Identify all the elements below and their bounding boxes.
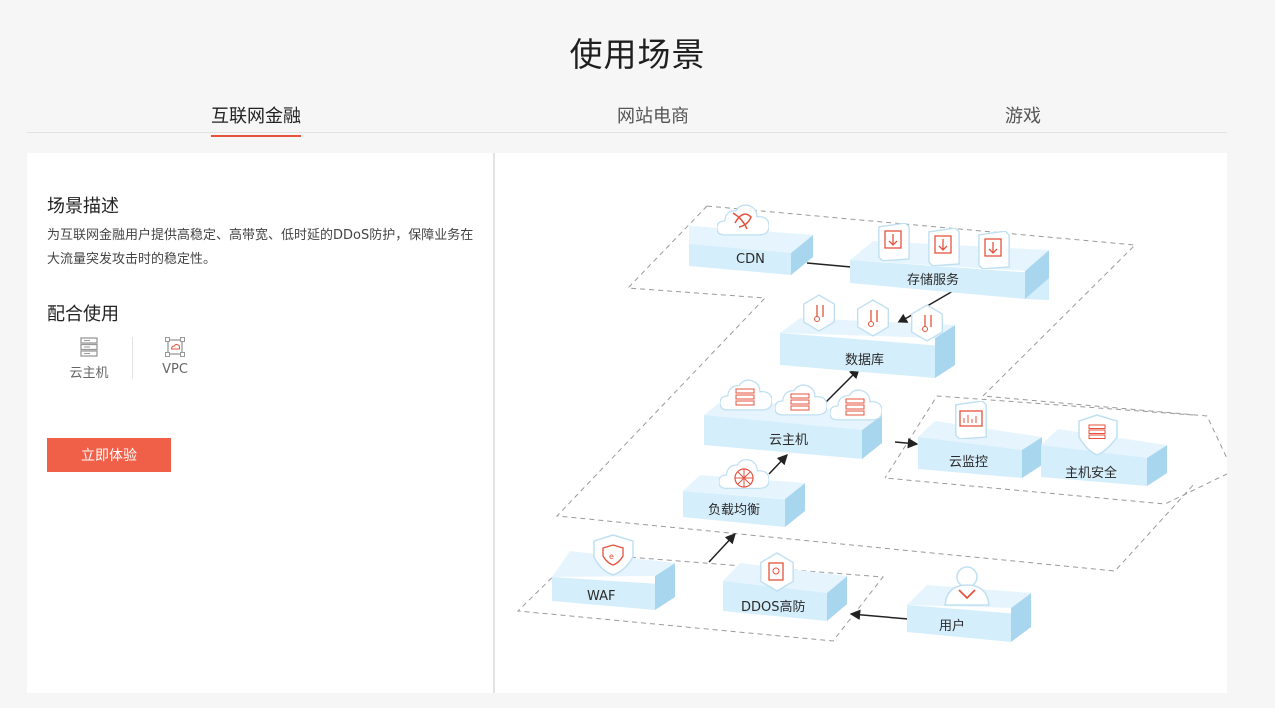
network-icon xyxy=(719,458,769,490)
node-waf: e WAF xyxy=(552,534,675,610)
server-icon xyxy=(80,337,98,357)
scenario-tabs: 互联网金融 网站电商 游戏 xyxy=(27,96,1227,137)
node-label: 数据库 xyxy=(845,352,884,368)
tab-internet-finance[interactable]: 互联网金融 xyxy=(211,102,301,137)
node-monitor: 云监控 xyxy=(918,401,1042,478)
node-label: DDOS高防 xyxy=(741,599,806,615)
product-label: 云主机 xyxy=(69,366,109,381)
monitor-icon xyxy=(955,401,987,439)
tab-games[interactable]: 游戏 xyxy=(1005,102,1041,136)
scenario-info: 场景描述 为互联网金融用户提供高稳定、高带宽、低时延的DDoS防护，保障业务在大… xyxy=(27,153,493,693)
node-user: 用户 xyxy=(907,566,1031,642)
node-storage: 存储服务 xyxy=(850,223,1049,300)
node-label: 云监控 xyxy=(949,455,988,470)
node-load-balance: 负载均衡 xyxy=(683,458,805,527)
user-icon xyxy=(944,566,990,606)
node-cloud-host: 云主机 xyxy=(704,379,882,459)
node-label: 用户 xyxy=(939,618,965,634)
tab-ecommerce[interactable]: 网站电商 xyxy=(617,102,689,136)
download-icon xyxy=(878,223,910,261)
server-icon xyxy=(775,384,827,416)
server-icon xyxy=(720,379,772,411)
download-icon xyxy=(928,228,960,266)
try-now-button[interactable]: 立即体验 xyxy=(47,438,171,472)
product-label: VPC xyxy=(162,362,188,377)
node-cdn: CDN xyxy=(689,204,813,275)
architecture-diagram: CDN 存储服务 数据库 云主机 云监控 主机安全 负载均衡 e WAF DDO… xyxy=(516,204,1227,642)
product-divider xyxy=(132,337,133,379)
products-title: 配合使用 xyxy=(47,304,119,325)
description-title: 场景描述 xyxy=(47,196,119,217)
server-icon xyxy=(830,389,882,421)
page-title: 使用场景 xyxy=(569,35,706,74)
scenario-panel: 场景描述 为互联网金融用户提供高稳定、高带宽、低时延的DDoS防护，保障业务在大… xyxy=(27,153,1227,693)
node-host-security: 主机安全 xyxy=(1041,414,1167,486)
svg-text:e: e xyxy=(609,552,614,561)
node-label: 存储服务 xyxy=(907,272,959,288)
download-icon xyxy=(978,231,1010,269)
node-label: 负载均衡 xyxy=(708,503,760,518)
product-vpc[interactable]: VPC xyxy=(140,336,210,377)
node-label: CDN xyxy=(736,252,765,267)
vpc-icon xyxy=(165,337,185,357)
node-label: WAF xyxy=(587,589,616,604)
node-ddos: DDOS高防 xyxy=(723,552,847,621)
cloud-icon xyxy=(717,204,769,236)
node-label: 云主机 xyxy=(769,433,808,448)
description-text: 为互联网金融用户提供高稳定、高带宽、低时延的DDoS防护，保障业务在大流量突发攻… xyxy=(47,228,474,267)
node-label: 主机安全 xyxy=(1065,465,1117,481)
node-database: 数据库 xyxy=(780,294,955,378)
product-cloud-host[interactable]: 云主机 xyxy=(54,336,124,381)
